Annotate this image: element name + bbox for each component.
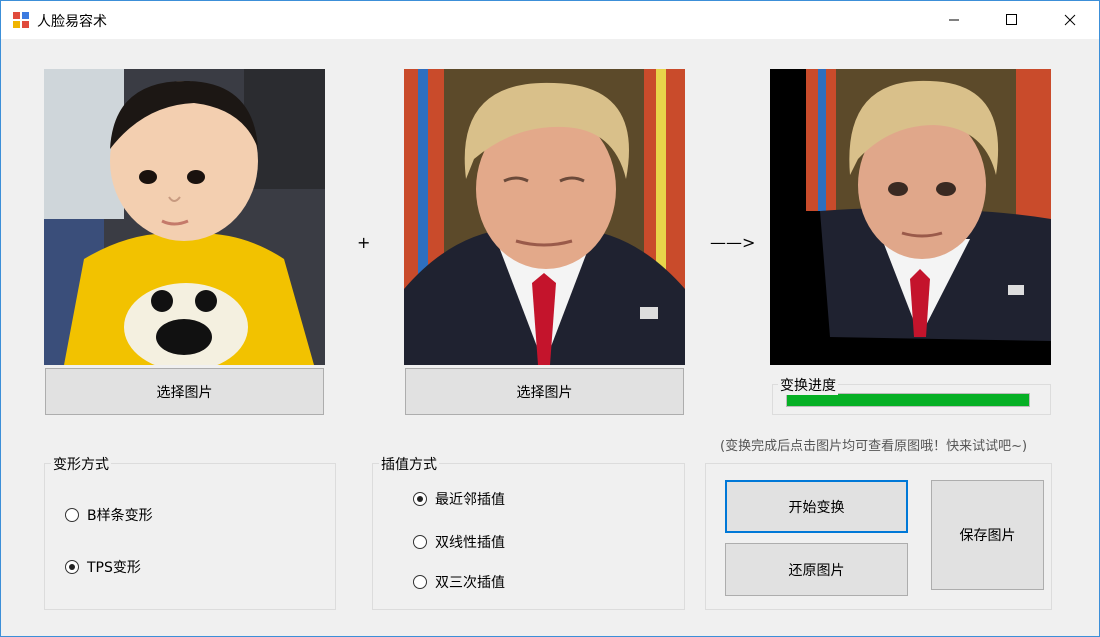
title-bar: 人脸易容术 <box>1 1 1099 39</box>
radio-bilinear[interactable]: 双线性插值 <box>413 532 505 552</box>
select-target-button[interactable]: 选择图片 <box>405 368 684 415</box>
radio-nearest[interactable]: 最近邻插值 <box>413 489 505 509</box>
radio-tps-label: TPS变形 <box>87 560 141 576</box>
app-window: 人脸易容术 + ——> 选择图片 选择图片 变换进度 (变换完成后点击图片均可查… <box>0 0 1100 637</box>
result-image[interactable] <box>770 69 1051 365</box>
window-title: 人脸易容术 <box>37 14 107 30</box>
progress-bar <box>786 393 1030 407</box>
deform-group <box>44 463 336 610</box>
select-source-button[interactable]: 选择图片 <box>45 368 324 415</box>
deform-group-label: 变形方式 <box>51 454 111 474</box>
minimize-button[interactable] <box>925 1 983 39</box>
radio-bspline[interactable]: B样条变形 <box>65 505 153 525</box>
progress-label: 变换进度 <box>778 375 838 395</box>
radio-bspline-label: B样条变形 <box>87 508 153 524</box>
radio-indicator <box>413 535 427 549</box>
close-icon <box>1064 14 1076 26</box>
arrow-sign: ——> <box>710 233 756 252</box>
minimize-icon <box>949 19 959 21</box>
radio-indicator <box>413 575 427 589</box>
radio-indicator <box>413 492 427 506</box>
target-image[interactable] <box>404 69 685 365</box>
restore-image-button[interactable]: 还原图片 <box>725 543 908 596</box>
radio-nearest-label: 最近邻插值 <box>435 492 505 508</box>
radio-indicator <box>65 508 79 522</box>
maximize-button[interactable] <box>983 1 1041 39</box>
app-icon <box>13 12 29 28</box>
hint-text: (变换完成后点击图片均可查看原图哦！快来试试吧~) <box>720 439 1028 454</box>
plus-sign: + <box>357 233 371 252</box>
close-button[interactable] <box>1041 1 1099 39</box>
radio-indicator <box>65 560 79 574</box>
start-transform-button[interactable]: 开始变换 <box>725 480 908 533</box>
radio-tps[interactable]: TPS变形 <box>65 557 141 577</box>
maximize-icon <box>1006 14 1017 25</box>
radio-bicubic-label: 双三次插值 <box>435 575 505 591</box>
progress-fill <box>787 394 1029 406</box>
radio-bilinear-label: 双线性插值 <box>435 535 505 551</box>
interp-group-label: 插值方式 <box>379 454 439 474</box>
radio-bicubic[interactable]: 双三次插值 <box>413 572 505 592</box>
source-image[interactable] <box>44 69 325 365</box>
save-image-button[interactable]: 保存图片 <box>931 480 1044 590</box>
